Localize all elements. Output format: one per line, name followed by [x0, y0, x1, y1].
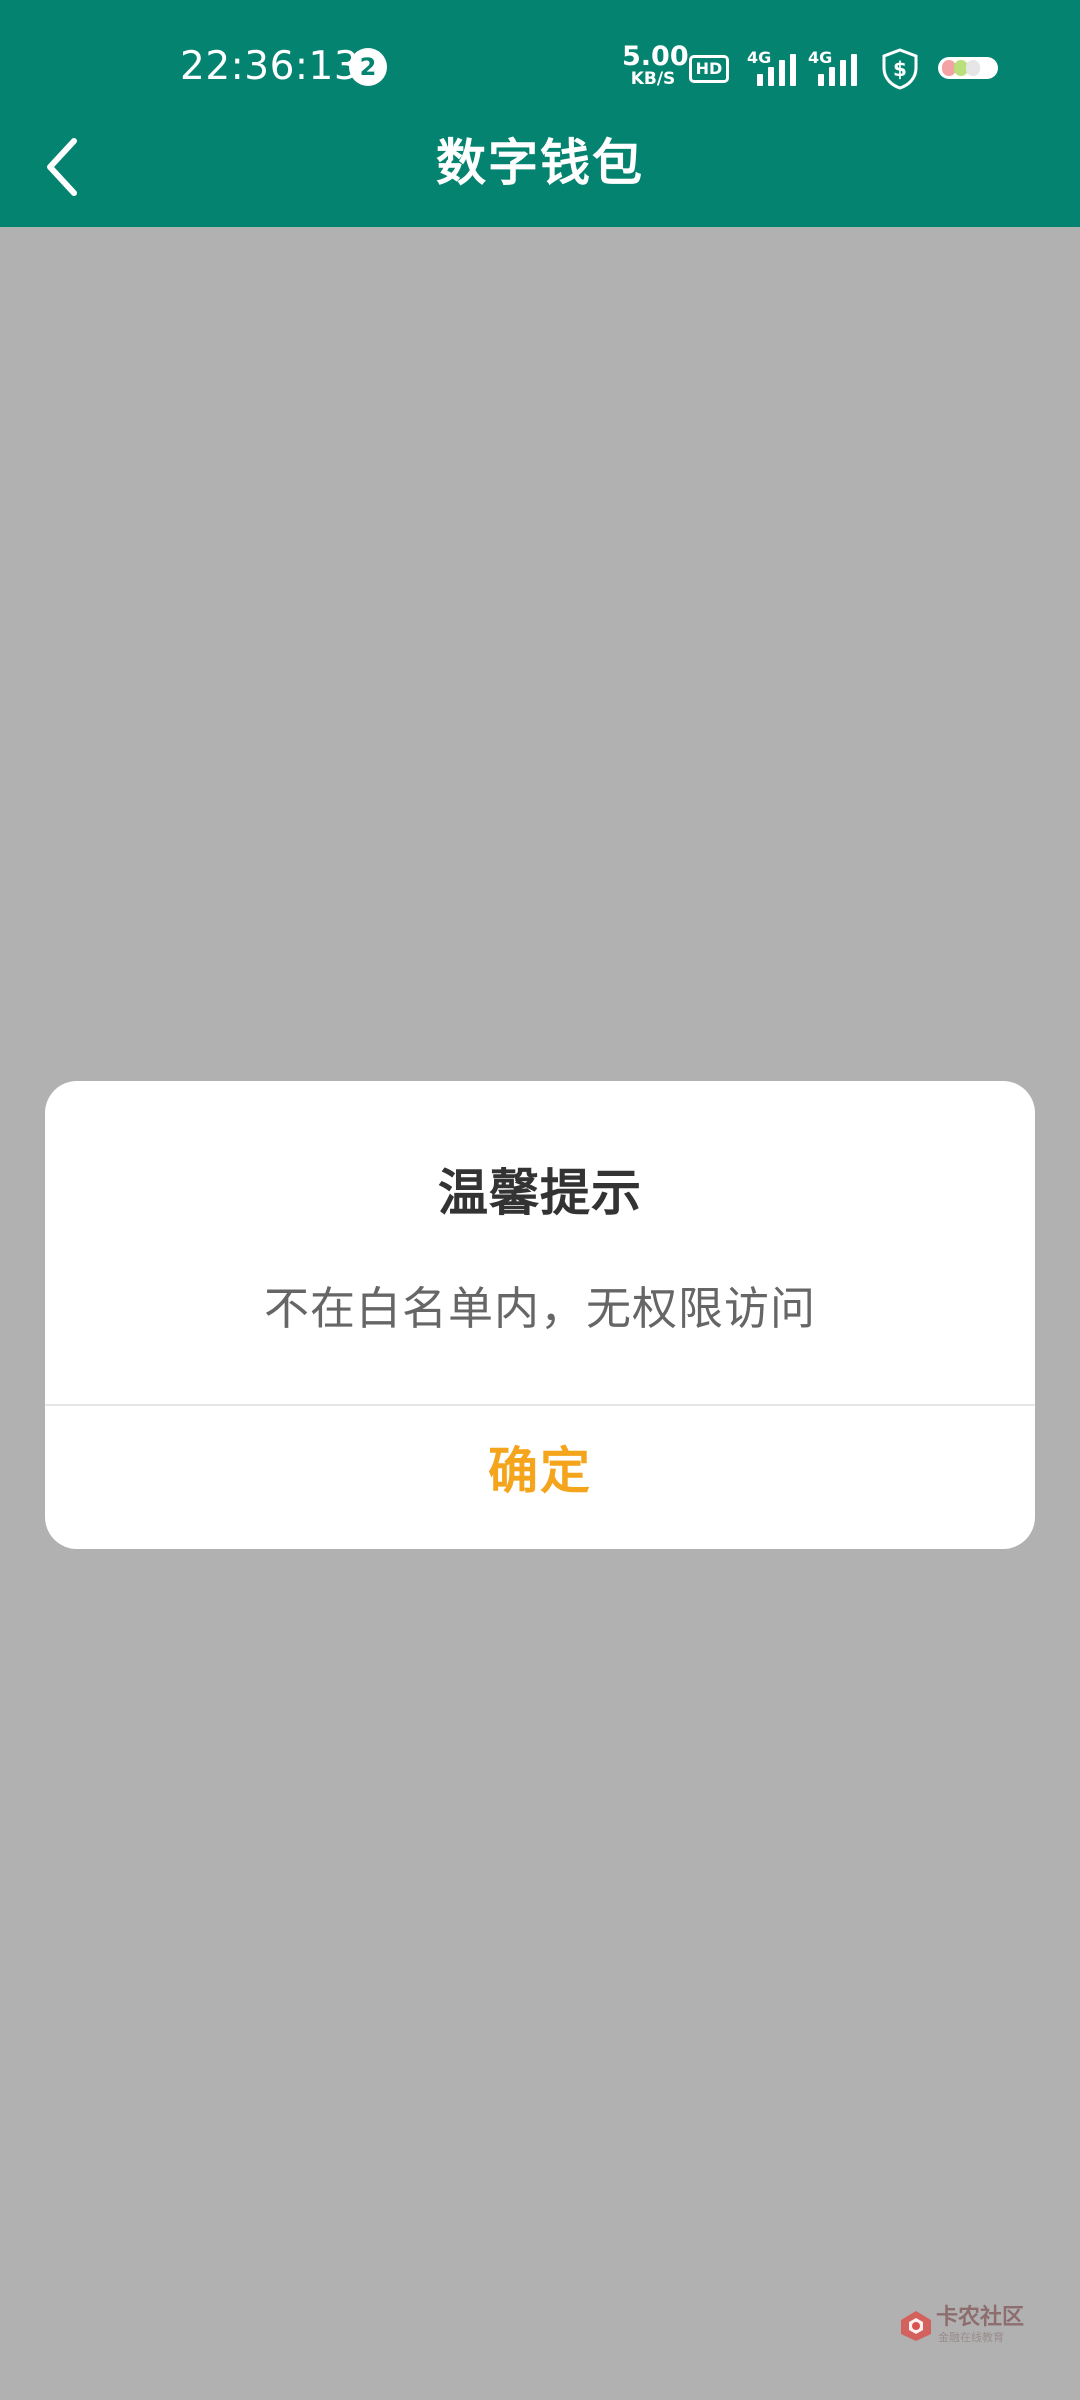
top-bar: 22:36:13 2 5.00 KB/S HD 4G 4G $ 数字钱包: [0, 0, 1080, 227]
battery-icon: [938, 57, 998, 79]
kanong-logo-icon: [901, 2311, 931, 2341]
watermark-logo: 卡农社区 金融在线教育: [898, 2305, 1025, 2348]
status-time: 22:36:13: [180, 44, 360, 89]
page-title: 数字钱包: [436, 134, 644, 192]
network-speed: 5.00 KB/S: [622, 41, 689, 89]
app-header: 数字钱包: [0, 135, 1080, 227]
confirm-button[interactable]: 确定: [45, 1406, 1035, 1549]
watermark-text: 卡农社区: [936, 2305, 1025, 2330]
svg-text:$: $: [893, 57, 907, 81]
notification-badge: 2: [349, 48, 387, 86]
network-speed-unit: KB/S: [630, 69, 676, 89]
watermark-subtext: 金融在线教育: [938, 2331, 1004, 2344]
network-speed-value: 5.00: [622, 41, 689, 72]
signal-4g-icon: 4G: [747, 50, 803, 86]
alert-dialog: 温馨提示 不在白名单内，无权限访问 确定: [45, 1081, 1035, 1549]
status-bar: 22:36:13 2 5.00 KB/S HD 4G 4G $: [0, 0, 1080, 135]
signal-4g-icon: 4G: [808, 50, 864, 86]
hd-icon: HD: [689, 55, 729, 83]
app-screen: 22:36:13 2 5.00 KB/S HD 4G 4G $ 数字钱包 温馨提…: [0, 0, 1080, 2400]
shield-dollar-icon: $: [882, 48, 918, 90]
dialog-message: 不在白名单内，无权限访问: [263, 1282, 816, 1335]
dialog-title: 温馨提示: [438, 1164, 642, 1222]
